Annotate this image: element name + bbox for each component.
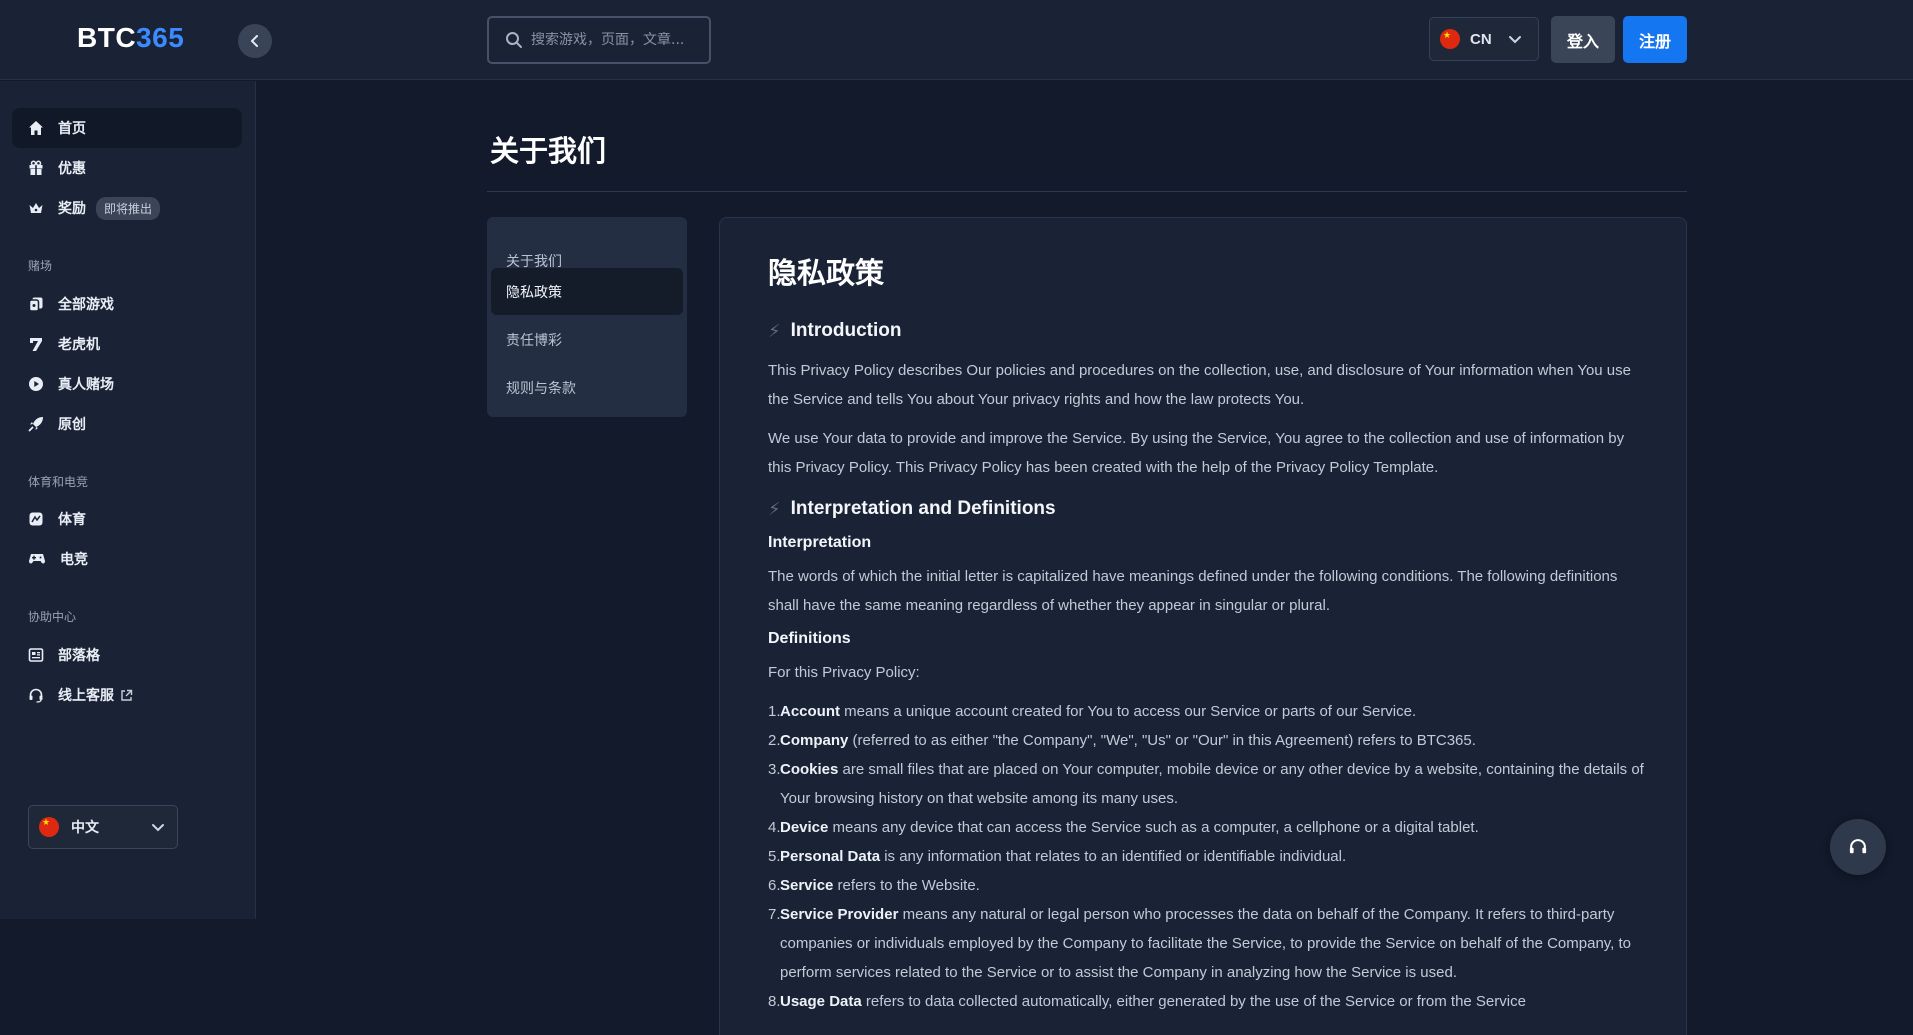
crown-icon [29, 203, 43, 213]
privacy-policy-card: 隐私政策 ⚡ Introduction This Privacy Policy … [719, 217, 1687, 1035]
top-header: BTC365 CN 登入 注册 [0, 0, 1913, 80]
search-icon [506, 32, 522, 48]
sidebar-item-esports[interactable]: 电竞 [12, 539, 242, 579]
tab-privacy-policy[interactable]: 隐私政策 [491, 268, 683, 315]
cards-icon [28, 297, 43, 312]
section-label-casino: 赌场 [28, 259, 53, 273]
coming-soon-badge: 即将推出 [96, 196, 161, 220]
tab-terms-and-conditions[interactable]: 规则与条款 [491, 364, 683, 411]
search-box[interactable] [487, 16, 711, 64]
blog-icon [28, 648, 44, 662]
definitions-list: Account means a unique account created f… [768, 697, 1648, 1016]
play-icon [29, 377, 43, 391]
sidebar-item-blog[interactable]: 部落格 [12, 635, 242, 675]
rocket-icon [28, 417, 43, 432]
section-label-help: 协助中心 [28, 610, 77, 624]
chevron-down-icon [152, 824, 164, 832]
live-chat-button[interactable] [1830, 819, 1886, 875]
subheading-definitions: Definitions [768, 630, 851, 647]
headset-icon [1849, 839, 1867, 854]
interpretation-paragraph: The words of which the initial letter is… [768, 568, 1618, 614]
list-item: Service Provider means any natural or le… [768, 900, 1632, 981]
list-item: Cookies are small files that are placed … [768, 755, 1644, 807]
sidebar: 首页 优惠 奖励 即将推出 赌场 全部游戏 老虎机 真人赌场 原创 体育和电竞 … [0, 81, 256, 919]
bolt-icon: ⚡ [768, 320, 781, 341]
register-button[interactable]: 注册 [1623, 16, 1687, 63]
gamepad-icon [29, 554, 45, 564]
china-flag-icon [1440, 29, 1460, 49]
sidebar-item-all-games[interactable]: 全部游戏 [12, 284, 242, 324]
sidebar-item-home[interactable]: 首页 [12, 108, 242, 148]
list-item: Usage Data refers to data collected auto… [768, 987, 1526, 1016]
list-item: Personal Data is any information that re… [768, 842, 1347, 871]
language-code: CN [1470, 30, 1492, 48]
sidebar-item-originals[interactable]: 原创 [12, 404, 242, 444]
headset-icon [29, 688, 43, 703]
intro-paragraph-2: We use Your data to provide and improve … [768, 430, 1625, 476]
bolt-icon: ⚡ [768, 498, 781, 519]
tab-responsible-gaming[interactable]: 责任博彩 [491, 316, 683, 363]
gift-icon [29, 160, 43, 175]
external-link-icon [121, 689, 133, 701]
sidebar-item-live-support[interactable]: 线上客服 [12, 675, 242, 715]
sidebar-item-live-casino[interactable]: 真人赌场 [12, 364, 242, 404]
intro-paragraph-1: This Privacy Policy describes Our polici… [768, 362, 1631, 408]
sidebar-language-select[interactable]: 中文 [28, 805, 178, 849]
definitions-intro: For this Privacy Policy: [768, 664, 920, 681]
section-label-sports: 体育和电竞 [28, 475, 89, 489]
section-heading-introduction: ⚡ Introduction [768, 320, 902, 341]
chevron-left-icon [251, 35, 258, 47]
list-item: Company (referred to as either "the Comp… [768, 726, 1476, 755]
about-tabs: 关于我们 隐私政策 责任博彩 规则与条款 [487, 217, 687, 417]
list-item: Account means a unique account created f… [768, 697, 1417, 726]
china-flag-icon [39, 817, 59, 837]
chevron-down-icon [1508, 36, 1521, 44]
home-icon [29, 121, 43, 135]
login-button[interactable]: 登入 [1551, 16, 1615, 63]
language-label: 中文 [71, 820, 99, 836]
title-divider [487, 191, 1687, 192]
article-title: 隐私政策 [768, 256, 885, 290]
brand-logo[interactable]: BTC365 [77, 22, 184, 54]
article-content: 隐私政策 ⚡ Introduction This Privacy Policy … [768, 246, 1648, 1016]
page-title: 关于我们 [490, 134, 607, 168]
section-heading-interpretation-definitions: ⚡ Interpretation and Definitions [768, 498, 1056, 519]
list-item: Device means any device that can access … [768, 813, 1479, 842]
slot-seven-icon [30, 338, 42, 351]
sidebar-collapse-button[interactable] [238, 24, 272, 58]
search-input[interactable] [531, 32, 691, 48]
sidebar-item-slots[interactable]: 老虎机 [12, 324, 242, 364]
list-item: Service refers to the Website. [768, 871, 980, 900]
sidebar-item-promotions[interactable]: 优惠 [12, 148, 242, 188]
subheading-interpretation: Interpretation [768, 534, 872, 551]
sidebar-item-rewards[interactable]: 奖励 即将推出 [12, 188, 242, 228]
header-language-select[interactable]: CN [1429, 17, 1539, 61]
sidebar-item-sports[interactable]: 体育 [12, 499, 242, 539]
sports-icon [29, 512, 43, 526]
